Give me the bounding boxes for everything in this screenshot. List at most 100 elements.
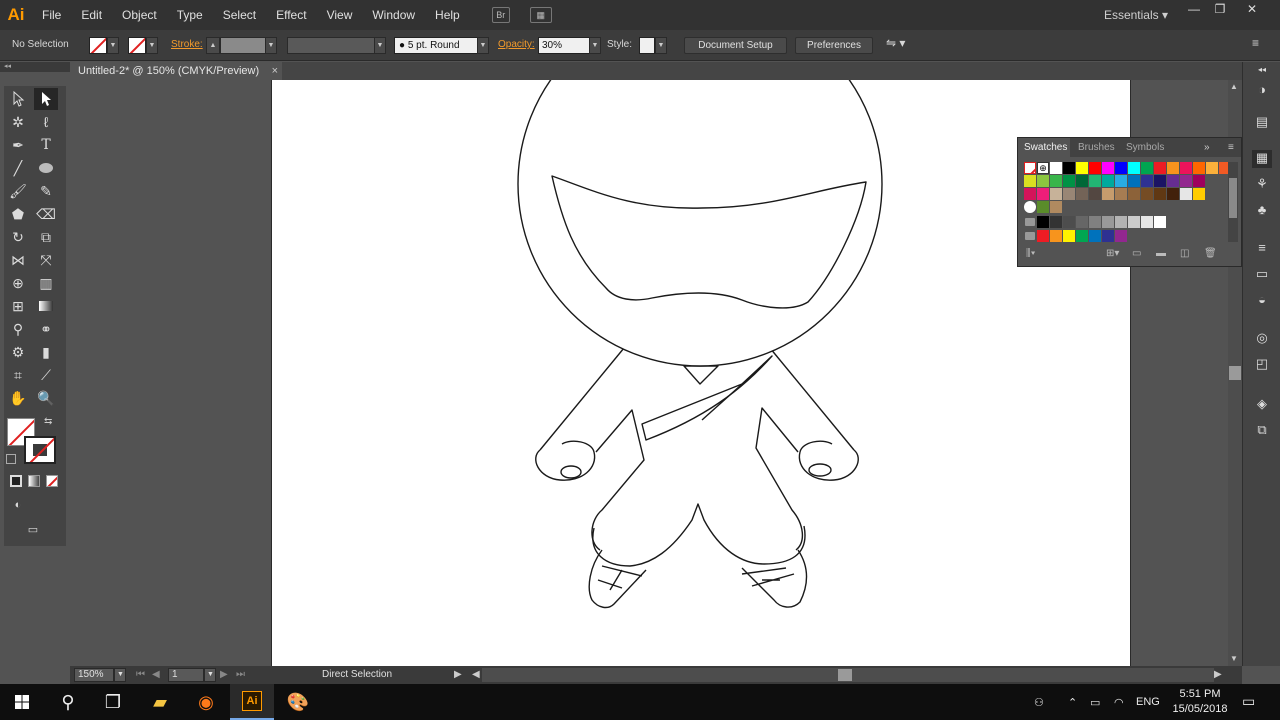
hand-tool-icon[interactable]: ✋ <box>6 387 30 409</box>
color-swatch[interactable] <box>1076 230 1088 242</box>
color-group-folder-icon[interactable] <box>1025 232 1035 240</box>
transparency-panel-icon[interactable]: ◒ <box>1252 292 1272 310</box>
pen-tool-icon[interactable]: ✒ <box>6 134 30 156</box>
brush-definition[interactable]: ● 5 pt. Round <box>394 37 478 54</box>
color-swatch[interactable] <box>1076 188 1088 200</box>
action-center-icon[interactable]: ▭ <box>1242 693 1255 710</box>
swatch-libraries-icon[interactable]: ⫼▾ <box>1026 248 1035 259</box>
restore-button[interactable]: ❐ <box>1208 2 1232 18</box>
color-swatch[interactable] <box>1037 188 1049 200</box>
color-swatch[interactable] <box>1102 188 1114 200</box>
color-swatch[interactable] <box>1167 162 1179 174</box>
paintbrush-tool-icon[interactable]: 🖌 <box>6 180 30 202</box>
paint-app-icon[interactable]: 🎨 <box>286 690 310 714</box>
color-swatch[interactable] <box>1128 216 1140 228</box>
gradient-panel-icon[interactable]: ▭ <box>1252 266 1272 284</box>
color-swatch[interactable] <box>1037 175 1049 187</box>
pattern-swatch[interactable] <box>1050 201 1062 213</box>
mesh-tool-icon[interactable]: ⊞ <box>6 295 30 317</box>
ninja-illustration[interactable] <box>272 1 1132 666</box>
color-swatch[interactable] <box>1141 162 1153 174</box>
line-segment-tool-icon[interactable]: ╱ <box>6 157 30 179</box>
style-dropdown[interactable]: ▼ <box>655 37 667 54</box>
pencil-tool-icon[interactable]: ✎ <box>34 180 58 202</box>
color-swatch[interactable] <box>1115 230 1127 242</box>
color-swatch[interactable] <box>1180 188 1192 200</box>
minimize-button[interactable]: — <box>1182 2 1206 18</box>
artboards-panel-icon[interactable]: ⧉ <box>1252 422 1272 440</box>
arrange-documents-button[interactable]: ▦ <box>529 7 552 23</box>
shaper-tool-icon[interactable]: ⬟ <box>6 203 30 225</box>
align-options-icon[interactable]: ⇋ ▾ <box>886 36 905 50</box>
type-tool-icon[interactable]: T <box>34 134 58 156</box>
panel-options-icon[interactable]: ≡ <box>1228 142 1234 153</box>
none-swatch[interactable] <box>1024 162 1036 174</box>
variable-width-profile[interactable] <box>287 37 375 54</box>
color-swatch[interactable] <box>1167 188 1179 200</box>
menu-object[interactable]: Object <box>112 0 167 30</box>
color-swatch[interactable] <box>1102 175 1114 187</box>
color-swatch[interactable] <box>1128 188 1140 200</box>
zoom-level-field[interactable]: 150% <box>74 668 114 682</box>
show-hidden-icons[interactable]: ⌃ <box>1068 696 1077 709</box>
swatches-panel-icon[interactable]: ▦ <box>1252 150 1272 168</box>
file-explorer-icon[interactable]: ▰ <box>148 690 172 714</box>
artboard[interactable] <box>271 1 1132 666</box>
battery-icon[interactable]: ▭ <box>1090 696 1100 709</box>
color-swatch[interactable] <box>1128 162 1140 174</box>
color-swatch[interactable] <box>1089 162 1101 174</box>
color-swatch[interactable] <box>1167 175 1179 187</box>
color-swatch[interactable] <box>1050 188 1062 200</box>
firefox-icon[interactable]: ◉ <box>194 690 218 714</box>
color-swatch[interactable] <box>1141 188 1153 200</box>
color-swatch[interactable] <box>1115 188 1127 200</box>
panel-menu-icon[interactable]: ≡ <box>1252 36 1259 50</box>
panel-collapse-icon[interactable]: » <box>1204 142 1210 153</box>
color-swatch[interactable] <box>1115 216 1127 228</box>
gradient-mode-icon[interactable] <box>28 475 40 487</box>
menu-type[interactable]: Type <box>167 0 213 30</box>
color-swatch[interactable] <box>1024 188 1036 200</box>
none-mode-icon[interactable] <box>46 475 58 487</box>
wifi-icon[interactable]: ◠ <box>1114 696 1124 709</box>
color-swatch[interactable] <box>1089 230 1101 242</box>
stroke-weight-stepper[interactable]: ▲ <box>206 37 220 54</box>
windows-start-icon[interactable] <box>10 690 34 714</box>
artboard-number-field[interactable]: 1 <box>168 668 204 682</box>
menu-help[interactable]: Help <box>425 0 470 30</box>
menu-effect[interactable]: Effect <box>266 0 316 30</box>
color-swatch[interactable] <box>1089 188 1101 200</box>
color-swatch[interactable] <box>1141 216 1153 228</box>
variable-width-dropdown[interactable]: ▼ <box>374 37 386 54</box>
style-swatch[interactable] <box>639 37 655 54</box>
opacity-field[interactable]: 30% <box>538 37 590 54</box>
first-artboard-icon[interactable]: ⏮ <box>136 669 145 680</box>
new-color-group-icon[interactable]: ▬ <box>1156 248 1166 259</box>
selection-tool-icon[interactable] <box>6 88 30 110</box>
color-swatch[interactable] <box>1115 175 1127 187</box>
pattern-swatch[interactable] <box>1024 201 1036 213</box>
close-tab-icon[interactable]: × <box>272 62 278 80</box>
column-graph-tool-icon[interactable]: ▮ <box>34 341 58 363</box>
swatch-kind-icon[interactable]: ⊞▾ <box>1106 248 1119 259</box>
toolbar-collapse-icon[interactable]: ◂◂ <box>0 62 70 72</box>
color-swatch[interactable] <box>1141 175 1153 187</box>
illustrator-taskbar-button[interactable]: Ai <box>230 684 274 720</box>
tab-swatches[interactable]: Swatches <box>1024 142 1067 153</box>
color-swatch[interactable] <box>1050 175 1062 187</box>
color-mode-icon[interactable] <box>10 475 22 487</box>
graphic-styles-panel-icon[interactable]: ◰ <box>1252 356 1272 374</box>
color-swatch[interactable] <box>1089 175 1101 187</box>
shape-builder-tool-icon[interactable]: ⊕ <box>6 272 30 294</box>
scroll-up-icon[interactable]: ▲ <box>1230 82 1238 91</box>
color-swatch[interactable] <box>1076 162 1088 174</box>
workspace-switcher[interactable]: Essentials ▾ <box>1104 8 1168 22</box>
color-swatch[interactable] <box>1063 188 1075 200</box>
pattern-swatch[interactable] <box>1037 201 1049 213</box>
color-swatch[interactable] <box>1206 162 1218 174</box>
magic-wand-tool-icon[interactable]: ✲ <box>6 111 30 133</box>
color-swatch[interactable] <box>1063 230 1075 242</box>
perspective-grid-tool-icon[interactable]: ▥ <box>34 272 58 294</box>
color-swatch[interactable] <box>1193 188 1205 200</box>
color-swatch[interactable] <box>1193 162 1205 174</box>
